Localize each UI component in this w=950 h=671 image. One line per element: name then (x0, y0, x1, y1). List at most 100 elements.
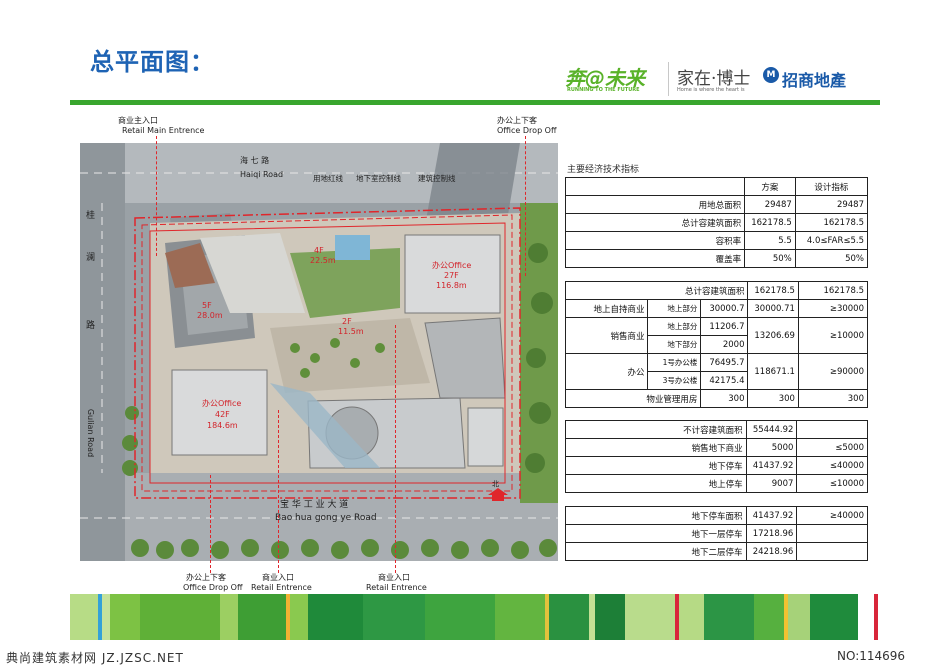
row-design: 162178.5 (797, 281, 869, 300)
row-label: 销售地下商业 (565, 438, 747, 457)
row-scheme: 300 (747, 389, 799, 408)
row-design: ≤5000 (796, 438, 868, 457)
row-scheme: 50% (744, 249, 796, 268)
row-label: 地上停车 (565, 474, 747, 493)
table-row: 容积率 5.5 4.0≤FAR≤5.5 (564, 231, 869, 250)
footer-watermark: 典尚建筑素材网 JZ.JZSC.NET (6, 651, 184, 665)
north-label: 北 (492, 480, 499, 488)
header-rule (70, 100, 880, 105)
row-sublabel: 地上部分 (647, 299, 702, 318)
row-label: 地下一层停车 (565, 524, 747, 543)
table-row: 办公 1号办公楼 76495.7 118671.1 ≥90000 (564, 353, 869, 390)
leader-retail-entrance-1 (278, 410, 279, 573)
row-design: ≥40000 (796, 506, 868, 525)
retail-entrance-2-cn: 商业入口 (378, 573, 410, 582)
baohua-road-cn: 宝 华 工 业 大 道 (280, 500, 349, 510)
site-plan-svg (80, 143, 558, 561)
row-scheme: 162178.5 (747, 281, 799, 300)
row-value: 11206.7 (700, 317, 749, 336)
row-label: 用地总面积 (564, 195, 746, 214)
row-label: 办公 (564, 353, 649, 390)
label-redline: 用地红线 (313, 174, 343, 183)
row-design: 300 (797, 389, 869, 408)
retail-main-entrance-cn: 商业主入口 (118, 116, 158, 125)
table-row: 地下二层停车 24218.96 (565, 542, 868, 561)
office42-floors: 42F (215, 410, 230, 419)
office-drop-bottom-cn: 办公上下客 (186, 573, 226, 582)
page-title: 总平面图： (90, 48, 215, 76)
road-char-lan: 澜 (86, 253, 96, 263)
logo-divider (668, 62, 669, 96)
office42-label: 办公Office (202, 399, 242, 408)
table-row: 地下一层停车 17218.96 (565, 524, 868, 543)
row-value: 2000 (700, 335, 749, 354)
row-design: ≥30000 (797, 299, 869, 318)
table-row: 覆盖率 50% 50% (564, 249, 869, 268)
home-logo-tagline: Home is where the heart is (677, 87, 745, 93)
row-design (796, 420, 868, 439)
row-scheme: 5000 (745, 438, 798, 457)
row-design: 29487 (794, 195, 869, 214)
row-label: 物业管理用房 (564, 389, 702, 408)
row-scheme: 9007 (745, 474, 798, 493)
indicators-table-3: 不计容建筑面积 55444.92 销售地下商业 5000 ≤5000 地下停车 4143… (565, 420, 868, 493)
row-scheme: 118671.1 (747, 353, 799, 390)
office-drop-top-cn: 办公上下客 (497, 116, 537, 125)
row-sublabel: 1号办公楼 (647, 353, 702, 372)
row-design: 50% (794, 249, 869, 268)
row-label: 地下停车面积 (565, 506, 747, 525)
row-label: 地下二层停车 (565, 542, 747, 561)
row-label: 销售商业 (564, 317, 649, 354)
label-basement-line: 地下室控制线 (356, 174, 401, 183)
haiqi-road-en: Haiqi Road (240, 170, 284, 179)
road-char-gui: 桂 (86, 211, 96, 221)
row-label: 总计容建筑面积 (564, 213, 746, 232)
indicators-table-2: 总计容建筑面积 162178.5 162178.5 地上自持商业 地上部分 30… (564, 281, 869, 408)
office-drop-bottom-en: Office Drop Off (183, 583, 243, 592)
leader-retail-entrance-2 (395, 325, 396, 573)
retail-entrance-1-cn: 商业入口 (262, 573, 294, 582)
table-row: 方案 设计指标 (564, 177, 869, 196)
label-building-line: 建筑控制线 (418, 174, 456, 183)
row-design: ≥90000 (797, 353, 869, 390)
row-design (796, 524, 868, 543)
row-sublabel: 地上部分 (647, 317, 702, 336)
row-scheme: 5.5 (744, 231, 796, 250)
header-design: 设计指标 (794, 177, 869, 196)
row-label: 容积率 (564, 231, 746, 250)
row-design: 162178.5 (794, 213, 869, 232)
row-value: 300 (700, 389, 749, 408)
row-label: 地上自持商业 (564, 299, 649, 318)
leader-retail-main (156, 136, 157, 256)
row-scheme: 55444.92 (745, 420, 798, 439)
row-label: 地下停车 (565, 456, 747, 475)
table-row: 地下停车面积 41437.92 ≥40000 (565, 506, 868, 525)
bldg-4f-height: 22.5m (310, 256, 336, 265)
indicators-title: 主要经济技术指标 (567, 165, 640, 175)
baohua-road-en: Bao hua gong ye Road (275, 513, 377, 523)
retail-entrance-1-en: Retail Entrence (251, 583, 312, 592)
retail-main-entrance-en: Retail Main Entrence (122, 126, 205, 135)
cmp-mark-icon: M (763, 67, 779, 83)
running-logo-tagline: RUNNING TO THE FUTURE (567, 87, 640, 93)
table-row: 地上停车 9007 ≤10000 (565, 474, 868, 493)
retail-entrance-2-en: Retail Entrence (366, 583, 427, 592)
road-char-lu: 路 (86, 321, 96, 331)
row-label: 不计容建筑面积 (565, 420, 747, 439)
table-row: 销售地下商业 5000 ≤5000 (565, 438, 868, 457)
footer-number: NO:114696 (837, 649, 906, 663)
row-sublabel: 3号办公楼 (647, 371, 702, 390)
cmp-logo-text: 招商地產 (782, 71, 847, 90)
home-logo: 家在·博士 (677, 69, 751, 89)
row-value: 42175.4 (700, 371, 749, 390)
table-row: 地上自持商业 地上部分 30000.7 30000.71 ≥30000 (564, 299, 869, 318)
indicators-table-1: 方案 设计指标 用地总面积 29487 29487 总计容建筑面积 162178.5 1… (564, 177, 869, 268)
row-label: 覆盖率 (564, 249, 746, 268)
row-design: 4.0≤FAR≤5.5 (794, 231, 869, 250)
row-scheme: 30000.71 (747, 299, 799, 318)
table-row: 用地总面积 29487 29487 (564, 195, 869, 214)
table-cell (564, 177, 746, 196)
office-drop-top-en: Office Drop Off (497, 126, 557, 135)
row-value: 30000.7 (700, 299, 749, 318)
row-scheme: 24218.96 (745, 542, 798, 561)
